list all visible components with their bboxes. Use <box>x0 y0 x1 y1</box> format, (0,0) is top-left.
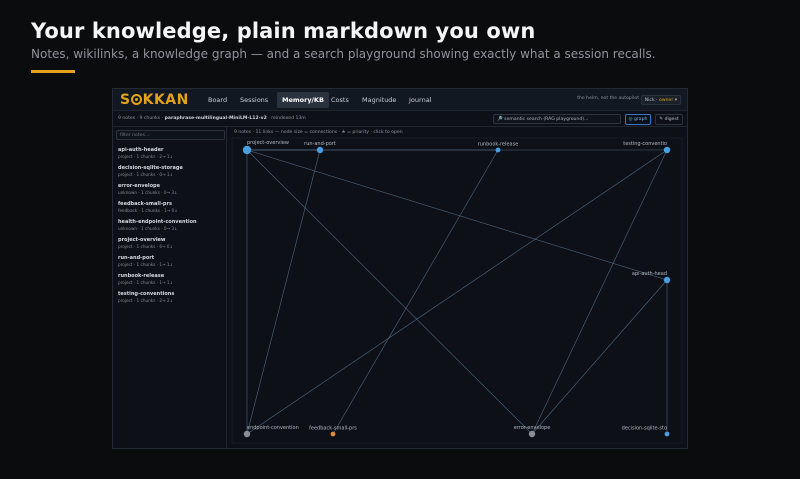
graph-node-label: endpoint-convention <box>247 425 299 431</box>
graph-node-label: run-and-port <box>304 141 336 147</box>
note-item[interactable]: testing-conventions project · 1 chunks · … <box>118 291 223 304</box>
user-menu[interactable]: Nick · owner ▾ <box>640 95 681 105</box>
logo-text-start: S <box>120 92 131 108</box>
logo-text-end: KKAN <box>142 92 189 108</box>
knowledge-graph-panel: project-overview run-and-port runbook-rele… <box>227 127 688 449</box>
note-counts: 9 notes · 9 chunks · <box>118 116 164 121</box>
user-name: Nick <box>644 98 655 103</box>
note-meta: unknown · 1 chunks · 0→ 3↓ <box>118 190 178 195</box>
graph-node-decision-sqlite-storage[interactable] <box>664 431 670 437</box>
graph-link <box>246 149 321 435</box>
hero-subtitle: Notes, wikilinks, a knowledge graph — an… <box>31 47 656 61</box>
note-meta: project · 1 chunks · 1→ 1↓ <box>118 262 174 267</box>
note-item[interactable]: decision-sqlite-storage project · 1 chunk… <box>118 165 223 178</box>
note-name: error-envelope <box>118 183 161 189</box>
note-meta: project · 1 chunks · 1→ 1↓ <box>118 280 174 285</box>
tagline: the helm, not the autopilot <box>577 96 639 101</box>
note-meta: unknown · 1 chunks · 0→ 3↓ <box>118 226 178 231</box>
note-meta: feedback · 1 chunks · 1→ 0↓ <box>118 208 178 213</box>
tab-memory-kb[interactable]: Memory/KB <box>277 92 329 108</box>
note-item[interactable]: project-overview project · 1 chunks · 6→ … <box>118 237 223 250</box>
note-item[interactable]: run-and-port project · 1 chunks · 1→ 1↓ <box>118 255 223 268</box>
graph-node-testing-conventions[interactable] <box>663 146 671 154</box>
graph-link <box>332 149 499 435</box>
graph-link <box>246 149 533 435</box>
index-meta: 9 notes · 9 chunks · paraphrase-multilin… <box>118 116 306 121</box>
note-name: api-auth-header <box>118 147 164 153</box>
note-name: project-overview <box>118 237 166 243</box>
user-role: owner <box>659 98 674 103</box>
tab-board[interactable]: Board <box>203 92 232 108</box>
sokkan-logo[interactable]: S KKAN <box>120 91 189 109</box>
note-name: health-endpoint-convention <box>118 219 197 225</box>
note-item[interactable]: api-auth-header project · 1 chunks · 2→ 1… <box>118 147 223 160</box>
note-item[interactable]: health-endpoint-convention unknown · 1 ch… <box>118 219 223 232</box>
reindex-time: · reindexed 13m <box>268 116 306 121</box>
graph-node-feedback-small-prs[interactable] <box>330 431 336 437</box>
filter-notes-input[interactable]: filter notes... <box>116 130 225 140</box>
graph-link <box>531 279 668 435</box>
app-window: S KKAN Board Sessions Memory/KB Costs Mag… <box>112 88 688 449</box>
chevron-down-icon: ▾ <box>674 98 677 103</box>
note-name: feedback-small-prs <box>118 201 172 207</box>
embedding-model: paraphrase-multilingual-MiniLM-L12-v2 <box>164 116 267 121</box>
graph-link <box>246 149 668 435</box>
graph-node-run-and-port[interactable] <box>316 146 324 154</box>
digest-button[interactable]: ✎ digest <box>655 114 683 125</box>
tab-magnitude[interactable]: Magnitude <box>357 92 401 108</box>
knowledge-graph[interactable]: project-overview run-and-port runbook-rele… <box>227 127 688 449</box>
graph-legend-info: 9 notes · 11 links — node size = connect… <box>234 130 403 135</box>
graph-link <box>246 149 668 281</box>
graph-node-runbook-release[interactable] <box>495 147 501 153</box>
graph-node-label: feedback-small-prs <box>309 426 357 432</box>
hero-accent-rule <box>31 70 75 73</box>
note-item[interactable]: runbook-release project · 1 chunks · 1→ 1… <box>118 273 223 286</box>
note-meta: project · 1 chunks · 6→ 0↓ <box>118 244 174 249</box>
notes-sidebar: filter notes... api-auth-header project ·… <box>113 127 227 448</box>
note-name: run-and-port <box>118 255 155 261</box>
graph-node-label: decision-sqlite-sto <box>622 426 667 432</box>
note-name: runbook-release <box>118 273 165 279</box>
tab-costs[interactable]: Costs <box>326 92 354 108</box>
graph-node-label: runbook-release <box>478 142 519 148</box>
semantic-search-input[interactable]: 🔎 semantic search (RAG playground)... <box>493 114 621 124</box>
graph-node-error-envelope[interactable] <box>528 430 536 438</box>
note-item[interactable]: error-envelope unknown · 1 chunks · 0→ 3↓ <box>118 183 223 196</box>
note-meta: project · 1 chunks · 2→ 1↓ <box>118 154 174 159</box>
logo-o-icon <box>131 94 143 105</box>
note-item[interactable]: feedback-small-prs feedback · 1 chunks · … <box>118 201 223 214</box>
graph-node-label: error-envelope <box>514 425 551 431</box>
graph-node-label: project-overview <box>247 140 289 146</box>
graph-link <box>531 149 668 435</box>
note-meta: project · 1 chunks · 2→ 2↓ <box>118 298 174 303</box>
kb-toolbar: 9 notes · 9 chunks · paraphrase-multilin… <box>113 112 687 127</box>
note-name: testing-conventions <box>118 291 175 297</box>
note-name: decision-sqlite-storage <box>118 165 183 171</box>
hero-title: Your knowledge, plain markdown you own <box>31 19 536 43</box>
tab-journal[interactable]: Journal <box>404 92 436 108</box>
graph-node-api-auth-header[interactable] <box>663 276 671 284</box>
graph-node-health-endpoint-convention[interactable] <box>243 430 251 438</box>
graph-node-project-overview[interactable] <box>242 145 252 155</box>
note-meta: project · 1 chunks · 0→ 1↓ <box>118 172 174 177</box>
graph-node-label: api-auth-head <box>632 271 667 277</box>
tab-sessions[interactable]: Sessions <box>235 92 273 108</box>
graph-node-label: testing-conventio <box>623 141 667 147</box>
graph-view-button[interactable]: ◎ graph <box>625 114 651 125</box>
graph-frame <box>231 137 683 444</box>
top-nav: S KKAN Board Sessions Memory/KB Costs Mag… <box>113 89 687 111</box>
